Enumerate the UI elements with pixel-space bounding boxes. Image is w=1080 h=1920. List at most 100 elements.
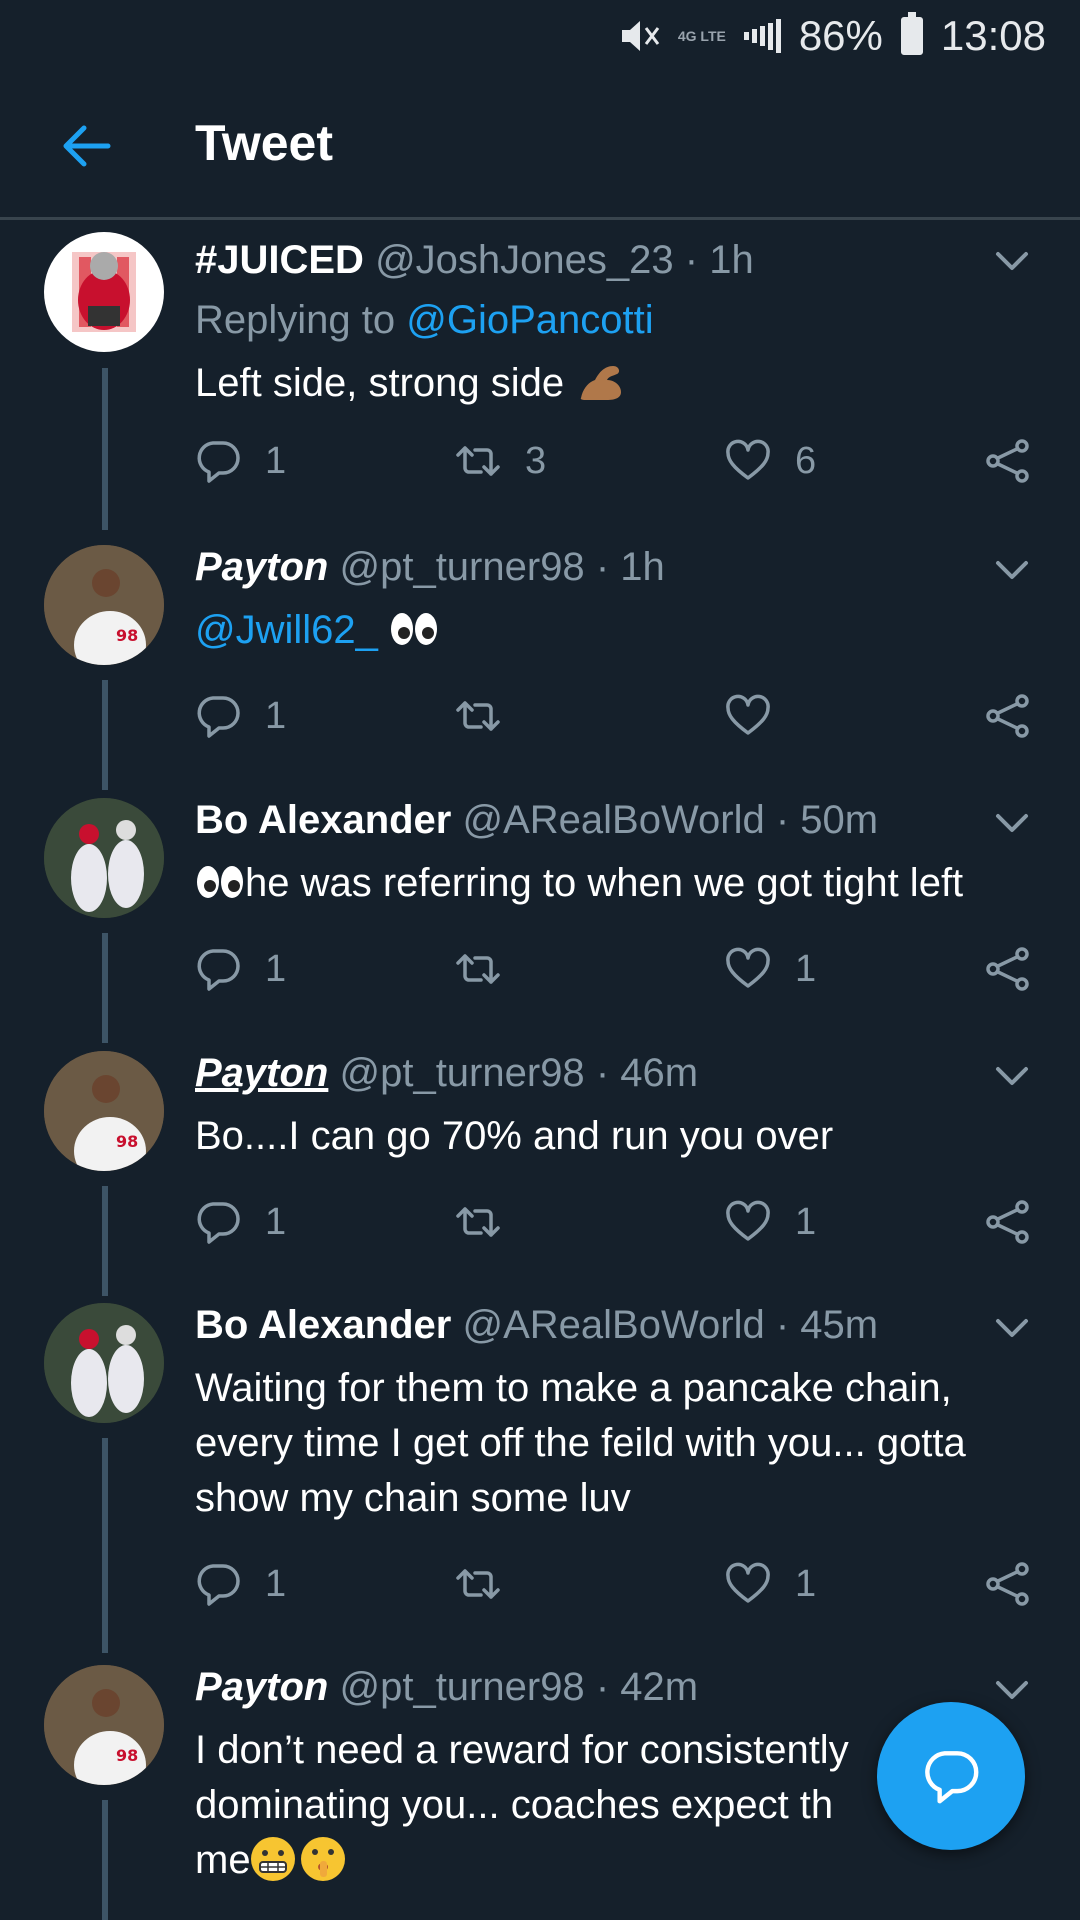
author-handle: @pt_turner98 — [339, 1665, 585, 1709]
tweet-time: · 45m — [775, 1303, 879, 1347]
thread-line — [102, 933, 108, 1043]
avatar[interactable] — [44, 798, 164, 918]
reply-icon — [195, 1199, 241, 1245]
author-name[interactable]: Payton — [195, 545, 328, 589]
thread-line — [102, 1186, 108, 1296]
retweet-button[interactable] — [455, 946, 525, 992]
reply-icon — [925, 1751, 979, 1804]
share-icon — [985, 438, 1031, 484]
tweet[interactable]: Bo Alexander @ARealBoWorld · 45m Waiting… — [0, 1303, 1080, 1663]
share-button[interactable] — [985, 1199, 1031, 1245]
share-button[interactable] — [985, 946, 1031, 992]
retweet-button[interactable] — [455, 693, 525, 739]
author-name[interactable]: Bo Alexander — [195, 798, 451, 842]
tweet[interactable]: Bo Alexander @ARealBoWorld · 50m he was … — [0, 798, 1080, 1048]
page-title: Tweet — [195, 115, 333, 171]
status-bar: 4G LTE 86% 13:08 — [0, 0, 1080, 72]
reply-icon — [195, 1561, 241, 1607]
chevron-down-icon[interactable] — [994, 812, 1030, 834]
avatar[interactable]: 98 — [44, 1665, 164, 1785]
compose-reply-button[interactable] — [877, 1702, 1025, 1850]
share-button[interactable] — [985, 693, 1031, 739]
author-name[interactable]: #JUICED — [195, 238, 364, 282]
top-app-bar: Tweet — [0, 72, 1080, 220]
reply-icon — [195, 693, 241, 739]
shushing-face-icon — [300, 1837, 345, 1881]
avatar[interactable] — [44, 1303, 164, 1423]
like-button[interactable]: 1 — [725, 1561, 816, 1607]
author-handle: @JoshJones_23 — [375, 238, 674, 282]
reply-icon — [195, 946, 241, 992]
clock: 13:08 — [940, 12, 1046, 59]
retweet-icon — [455, 1561, 501, 1607]
avatar[interactable]: 98 — [44, 545, 164, 665]
share-icon — [985, 946, 1031, 992]
replying-to: Replying to @GioPancotti — [195, 298, 654, 342]
chevron-down-icon[interactable] — [994, 559, 1030, 581]
chevron-down-icon[interactable] — [994, 1679, 1030, 1701]
author-handle: @ARealBoWorld — [462, 798, 765, 842]
author-name[interactable]: Payton — [195, 1665, 328, 1709]
tweet-actions: 1 — [195, 693, 1035, 743]
chevron-down-icon[interactable] — [994, 1317, 1030, 1339]
tweet-time: · 42m — [595, 1665, 699, 1709]
like-button[interactable]: 6 — [725, 438, 816, 484]
like-button[interactable] — [725, 693, 795, 739]
tweet-text: Bo....I can go 70% and run you over — [195, 1114, 834, 1158]
tweet-actions: 1 3 6 — [195, 438, 1035, 488]
tweet[interactable]: #JUICED @JoshJones_23 · 1h Replying to @… — [0, 220, 1080, 550]
arrow-left-icon[interactable] — [58, 120, 114, 172]
author-handle: @pt_turner98 — [339, 545, 585, 589]
eyes-icon — [195, 860, 245, 904]
svg-text:98: 98 — [116, 626, 138, 645]
share-button[interactable] — [985, 438, 1031, 484]
mention-link[interactable]: @GioPancotti — [406, 298, 653, 342]
reply-button[interactable]: 1 — [195, 438, 286, 484]
network-type-icon: 4G LTE — [677, 28, 726, 44]
like-button[interactable]: 1 — [725, 946, 816, 992]
heart-icon — [725, 693, 771, 739]
retweet-button[interactable] — [455, 1199, 525, 1245]
reply-button[interactable]: 1 — [195, 1199, 286, 1245]
tweet-time: · 50m — [775, 798, 879, 842]
share-button[interactable] — [985, 1561, 1031, 1607]
retweet-button[interactable]: 3 — [455, 438, 546, 484]
share-icon — [985, 693, 1031, 739]
retweet-icon — [455, 1199, 501, 1245]
tweet-actions: 1 1 — [195, 1561, 1035, 1611]
thread-line — [102, 1438, 108, 1653]
reply-button[interactable]: 1 — [195, 693, 286, 739]
chevron-down-icon[interactable] — [994, 250, 1030, 272]
reply-icon — [195, 438, 241, 484]
tweet[interactable]: 98 Payton @pt_turner98 · 1h @Jwill62_ 1 — [0, 545, 1080, 795]
chevron-down-icon[interactable] — [994, 1065, 1030, 1087]
thread-line — [102, 368, 108, 530]
avatar[interactable]: 98 — [44, 1051, 164, 1171]
tweet-text: @Jwill62_ — [195, 603, 1045, 658]
mute-icon — [618, 16, 660, 56]
heart-icon — [725, 1561, 771, 1607]
heart-icon — [725, 1199, 771, 1245]
author-name[interactable]: Payton — [195, 1051, 328, 1095]
thread-line — [102, 1800, 108, 1920]
svg-text:98: 98 — [116, 1132, 138, 1151]
reply-button[interactable]: 1 — [195, 946, 286, 992]
svg-text:98: 98 — [116, 1746, 138, 1765]
mention-link[interactable]: @Jwill62_ — [195, 608, 378, 652]
flexed-biceps-icon — [575, 360, 627, 404]
tweet-text: Waiting for them to make a pancake chain… — [195, 1366, 966, 1520]
retweet-button[interactable] — [455, 1561, 525, 1607]
tweet-time: · 1h — [684, 238, 754, 282]
battery-percent: 86% — [798, 12, 883, 59]
tweet[interactable]: 98 Payton @pt_turner98 · 46m Bo....I can… — [0, 1051, 1080, 1301]
reply-button[interactable]: 1 — [195, 1561, 286, 1607]
author-name[interactable]: Bo Alexander — [195, 1303, 451, 1347]
avatar[interactable] — [44, 232, 164, 352]
tweet-text: he was referring to when we got tight le… — [195, 856, 1045, 911]
retweet-icon — [455, 946, 501, 992]
share-icon — [985, 1199, 1031, 1245]
heart-icon — [725, 946, 771, 992]
like-button[interactable]: 1 — [725, 1199, 816, 1245]
tweet-time: · 46m — [595, 1051, 699, 1095]
tweet-time: · 1h — [595, 545, 665, 589]
